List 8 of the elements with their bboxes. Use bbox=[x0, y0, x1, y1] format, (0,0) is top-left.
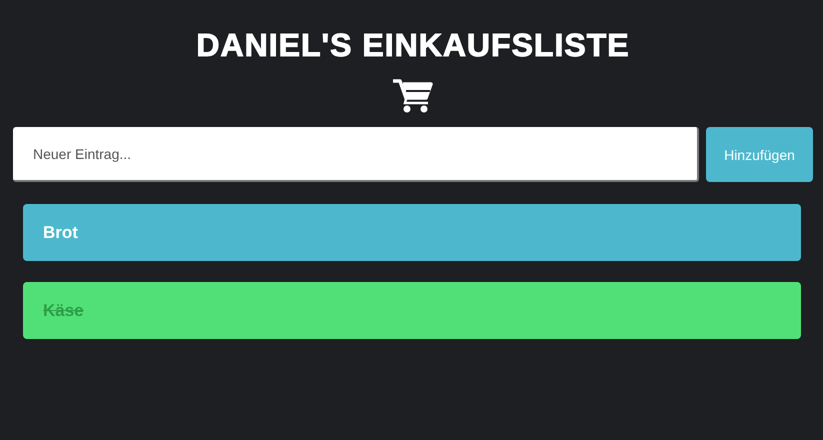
list-item[interactable]: Brot bbox=[23, 204, 801, 261]
new-entry-field[interactable]: Neuer Eintrag... bbox=[13, 127, 699, 182]
list-item[interactable]: Käse bbox=[23, 282, 801, 339]
item-label: Käse bbox=[43, 300, 84, 320]
item-label: Brot bbox=[43, 222, 78, 242]
add-button[interactable]: Hinzufügen bbox=[706, 127, 813, 182]
page-title: DANIEL'S EINKAUFSLISTE bbox=[196, 26, 630, 64]
shopping-cart-icon bbox=[393, 78, 433, 114]
